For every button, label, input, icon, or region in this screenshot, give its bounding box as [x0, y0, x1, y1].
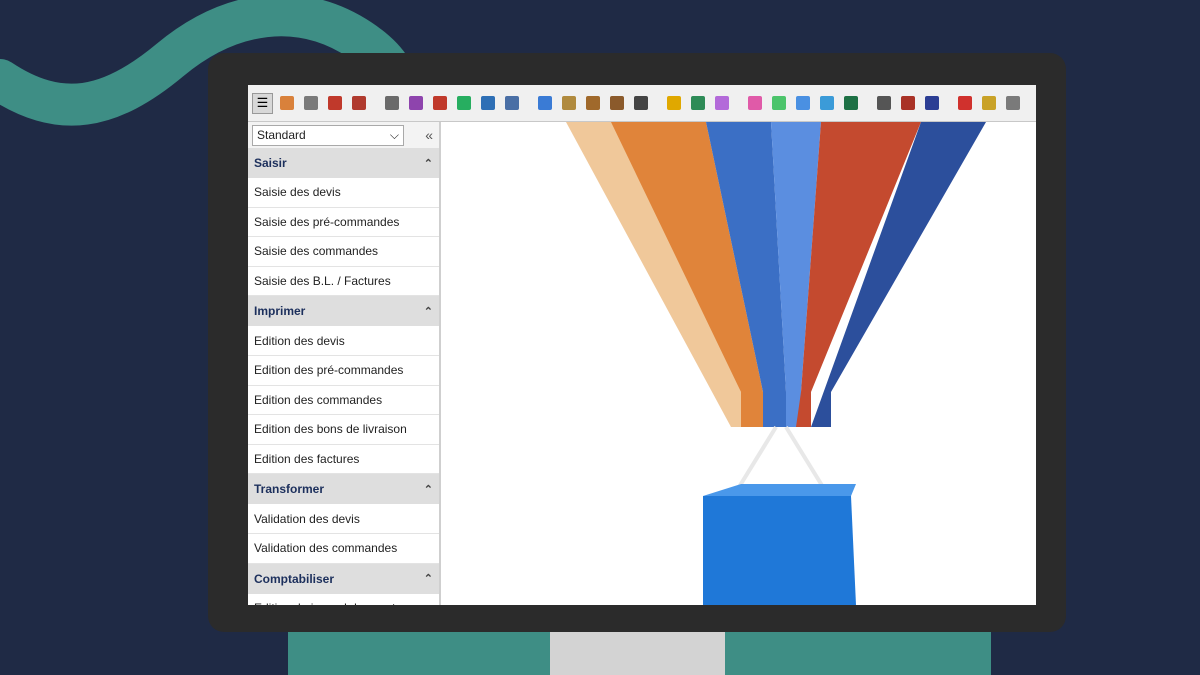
lifted-box — [703, 496, 856, 605]
sidebar-top: Standard ⌵ « — [248, 122, 439, 148]
sidebar-item[interactable]: Edition des devis — [248, 326, 439, 356]
menu-icon[interactable]: ☰ — [252, 92, 273, 114]
user-icon-glyph — [279, 96, 294, 110]
monitor-frame: ☰ Standard ⌵ « Saisir ⌃ Saisie des devis Sa… — [208, 53, 1066, 632]
doc-green-icon-glyph — [456, 96, 471, 110]
chevron-down-icon: ⌵ — [389, 127, 399, 142]
funnel-illustration — [566, 122, 986, 605]
collapse-sidebar-icon[interactable]: « — [425, 127, 435, 143]
car-icon[interactable] — [348, 93, 369, 114]
book-blue-icon-glyph — [924, 96, 939, 110]
building-icon[interactable] — [300, 93, 321, 114]
building-icon-glyph — [303, 96, 318, 110]
section-title: Saisir — [254, 156, 287, 170]
sidebar-item[interactable]: Validation des devis — [248, 504, 439, 534]
doc-purple-icon-glyph — [408, 96, 423, 110]
chevron-up-icon[interactable]: ⌃ — [424, 572, 433, 585]
box-icon[interactable] — [582, 93, 603, 114]
bug-icon-glyph — [690, 96, 705, 110]
profile-select-value: Standard — [257, 128, 306, 142]
chevron-up-icon[interactable]: ⌃ — [424, 157, 433, 170]
sidebar: Standard ⌵ « Saisir ⌃ Saisie des devis Sais… — [248, 122, 441, 605]
sidebar-item[interactable]: Edition des pré-commandes — [248, 355, 439, 386]
book-icon[interactable] — [381, 93, 402, 114]
monitor-stand — [288, 632, 991, 675]
picture-icon[interactable] — [816, 93, 837, 114]
book-red-icon-glyph — [900, 96, 915, 110]
lifted-box-top — [703, 484, 856, 496]
sidebar-item[interactable]: Saisie des devis — [248, 178, 439, 208]
wrench-icon[interactable] — [1002, 93, 1023, 114]
cube-pink-icon[interactable] — [744, 93, 765, 114]
network-icon-glyph — [876, 96, 891, 110]
section-title: Transformer — [254, 482, 325, 497]
cube-green-icon-glyph — [771, 96, 786, 110]
power-icon-glyph — [957, 96, 972, 110]
chevron-up-icon[interactable]: ⌃ — [424, 305, 433, 318]
car-icon-glyph — [351, 96, 366, 110]
illustration-area — [441, 122, 1036, 605]
bar-chart-icon[interactable] — [534, 93, 555, 114]
doc-green-icon[interactable] — [453, 93, 474, 114]
key-icon-glyph — [981, 96, 996, 110]
section-header[interactable]: Imprimer ⌃ — [248, 296, 439, 327]
cash-register-icon[interactable] — [630, 93, 651, 114]
sidebar-item[interactable]: Saisie des B.L. / Factures — [248, 266, 439, 297]
cash-register-icon-glyph — [633, 96, 648, 110]
sidebar-item[interactable]: Edition du journal des ventes — [248, 593, 439, 605]
key-icon[interactable] — [978, 93, 999, 114]
section-header[interactable]: Transformer ⌃ — [248, 474, 439, 505]
section-header[interactable]: Comptabiliser ⌃ — [248, 563, 439, 594]
sidebar-item[interactable]: Edition des bons de livraison — [248, 415, 439, 445]
cube-green-icon[interactable] — [768, 93, 789, 114]
house-icon-glyph — [327, 96, 342, 110]
cube-purple-icon[interactable] — [711, 93, 732, 114]
gear-box-icon[interactable] — [606, 93, 627, 114]
section-title: Imprimer — [254, 304, 306, 319]
chevron-up-icon[interactable]: ⌃ — [424, 483, 433, 496]
box-icon-glyph — [585, 96, 600, 110]
doc-stack-icon-glyph — [504, 96, 519, 110]
money-bag-icon[interactable] — [558, 93, 579, 114]
gear-box-icon-glyph — [609, 96, 624, 110]
house-icon[interactable] — [324, 93, 345, 114]
sidebar-sections: Saisir ⌃ Saisie des devis Saisie des pré-co… — [248, 148, 439, 605]
doc-blue-icon-glyph — [480, 96, 495, 110]
bar-chart-icon-glyph — [537, 96, 552, 110]
doc-red-icon-glyph — [432, 96, 447, 110]
doc-red-icon[interactable] — [429, 93, 450, 114]
doc-blue-icon[interactable] — [477, 93, 498, 114]
sidebar-item[interactable]: Edition des commandes — [248, 385, 439, 416]
section-header[interactable]: Saisir ⌃ — [248, 148, 439, 178]
user-icon[interactable] — [276, 93, 297, 114]
cube-pink-icon-glyph — [747, 96, 762, 110]
picture-icon-glyph — [819, 96, 834, 110]
section-title: Comptabiliser — [254, 571, 335, 586]
money-bag-icon-glyph — [561, 96, 576, 110]
excel-icon[interactable] — [840, 93, 861, 114]
doc-stack-icon[interactable] — [501, 93, 522, 114]
book-blue-icon[interactable] — [921, 93, 942, 114]
cube-purple-icon-glyph — [714, 96, 729, 110]
profile-select[interactable]: Standard ⌵ — [252, 124, 404, 146]
sidebar-item[interactable]: Edition des factures — [248, 444, 439, 475]
toolbar: ☰ — [248, 85, 1036, 122]
cube-blue-icon-glyph — [795, 96, 810, 110]
sidebar-item[interactable]: Validation des commandes — [248, 533, 439, 564]
sidebar-item[interactable]: Saisie des pré-commandes — [248, 207, 439, 238]
bug-icon[interactable] — [687, 93, 708, 114]
excel-icon-glyph — [843, 96, 858, 110]
network-icon[interactable] — [873, 93, 894, 114]
app-window: ☰ Standard ⌵ « Saisir ⌃ Saisie des devis Sa… — [248, 85, 1036, 605]
cube-blue-icon[interactable] — [792, 93, 813, 114]
lock-icon[interactable] — [663, 93, 684, 114]
lock-icon-glyph — [666, 96, 681, 110]
doc-purple-icon[interactable] — [405, 93, 426, 114]
book-icon-glyph — [384, 96, 399, 110]
monitor-stand-center — [550, 632, 725, 675]
sidebar-item[interactable]: Saisie des commandes — [248, 237, 439, 267]
book-red-icon[interactable] — [897, 93, 918, 114]
wrench-icon-glyph — [1005, 96, 1020, 110]
power-icon[interactable] — [954, 93, 975, 114]
